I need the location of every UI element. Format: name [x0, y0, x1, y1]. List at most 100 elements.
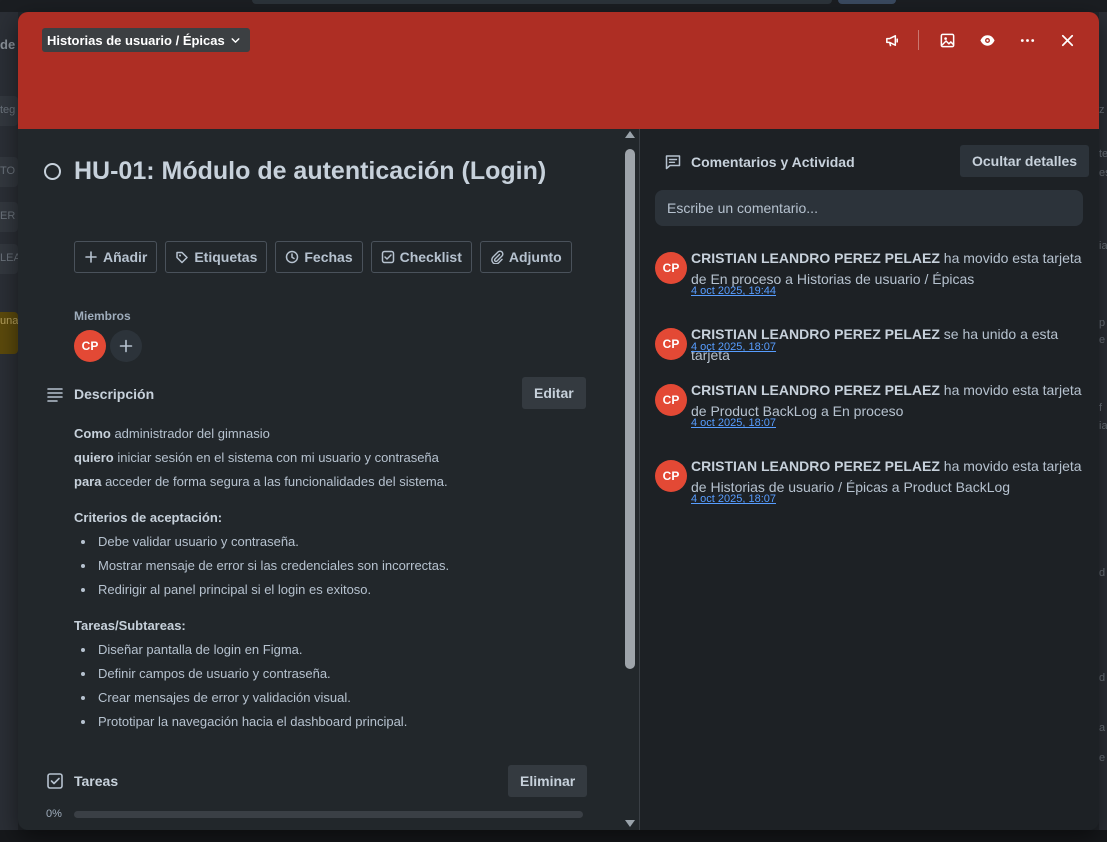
tag-icon	[176, 251, 189, 264]
activity-timestamp[interactable]: 4 oct 2025, 19:44	[691, 285, 776, 297]
delete-checklist-button[interactable]: Eliminar	[508, 765, 588, 797]
tasks-list: Diseñar pantalla de login en Figma. Defi…	[74, 638, 594, 734]
board-fragment: p	[1099, 317, 1106, 329]
comment-icon	[665, 155, 681, 170]
keyword-quiero: quiero	[74, 450, 114, 465]
activity-text: CRISTIAN LEANDRO PEREZ PELAEZ ha movido …	[691, 456, 1091, 498]
description-content[interactable]: Como administrador del gimnasio quiero i…	[74, 422, 594, 734]
activity-title: Comentarios y Actividad	[691, 154, 855, 170]
description-icon	[47, 388, 63, 402]
board-fragment: ER	[0, 210, 16, 222]
criteria-title-text: Criterios de aceptación:	[74, 510, 223, 525]
board-fragment: z	[1099, 104, 1105, 116]
description-line: quiero iniciar sesión en el sistema con …	[74, 446, 594, 470]
scroll-up-arrow[interactable]	[625, 131, 635, 138]
card-title[interactable]: HU-01: Módulo de autenticación (Login)	[74, 155, 574, 187]
paperclip-icon	[490, 250, 504, 264]
edit-description-button[interactable]: Editar	[522, 377, 586, 409]
board-top-bar	[0, 0, 1107, 12]
board-fragment: te	[1099, 148, 1107, 160]
cover-image-button[interactable]	[935, 28, 959, 52]
checklist-percent: 0%	[46, 808, 62, 820]
activity-text: CRISTIAN LEANDRO PEREZ PELAEZ ha movido …	[691, 380, 1091, 422]
comment-input[interactable]: Escribe un comentario...	[655, 190, 1083, 226]
list-selector-button[interactable]: Historias de usuario / Épicas	[42, 28, 250, 52]
hide-details-button[interactable]: Ocultar detalles	[960, 145, 1090, 177]
avatar[interactable]: CP	[655, 460, 687, 492]
board-fragment: de	[0, 37, 16, 52]
attachment-button[interactable]: Adjunto	[479, 241, 572, 273]
keyword-como: Como	[74, 426, 111, 441]
criteria-list: Debe validar usuario y contraseña. Mostr…	[74, 530, 594, 602]
checklist-icon	[47, 773, 63, 789]
checklist-title: Tareas	[74, 773, 119, 789]
description-title: Descripción	[74, 386, 155, 402]
card-detail-modal: Historias de usuario / Épicas HU-01: Mód…	[18, 12, 1099, 830]
card-cover: Historias de usuario / Épicas	[18, 12, 1099, 129]
activity-user[interactable]: CRISTIAN LEANDRO PEREZ PELAEZ	[691, 382, 940, 398]
member-avatar[interactable]: CP	[74, 330, 106, 362]
dates-button-label: Fechas	[304, 249, 353, 265]
board-search-bar	[252, 0, 832, 4]
activity-user[interactable]: CRISTIAN LEANDRO PEREZ PELAEZ	[691, 458, 940, 474]
watch-button[interactable]	[975, 28, 999, 52]
list-item: Crear mensajes de error y validación vis…	[74, 686, 594, 710]
checkbox-icon	[381, 250, 394, 264]
card-title-row: HU-01: Módulo de autenticación (Login)	[44, 155, 574, 187]
activity-timestamp[interactable]: 4 oct 2025, 18:07	[691, 417, 776, 429]
board-top-button	[838, 0, 896, 4]
plus-icon	[85, 251, 97, 263]
board-fragment: ia	[1099, 240, 1107, 252]
board-bottom-bar	[0, 830, 1107, 842]
activity-text: CRISTIAN LEANDRO PEREZ PELAEZ ha movido …	[691, 248, 1091, 290]
announce-button[interactable]	[880, 28, 904, 52]
scroll-down-arrow[interactable]	[625, 820, 635, 827]
activity-pane: Comentarios y Actividad Ocultar detalles…	[640, 129, 1099, 830]
dates-button[interactable]: Fechas	[275, 241, 363, 273]
clock-icon	[286, 250, 299, 264]
header-divider	[918, 30, 919, 50]
tasks-title-text: Tareas/Subtareas:	[74, 618, 186, 633]
activity-user[interactable]: CRISTIAN LEANDRO PEREZ PELAEZ	[691, 250, 940, 266]
activity-user[interactable]: CRISTIAN LEANDRO PEREZ PELAEZ	[691, 326, 940, 342]
list-item: Diseñar pantalla de login en Figma.	[74, 638, 594, 662]
criteria-title: Criterios de aceptación:	[74, 506, 594, 530]
board-right-list: z te es ia p e f ia d d a e	[1099, 12, 1107, 842]
board-fragment: f	[1099, 402, 1103, 414]
attachment-button-label: Adjunto	[508, 249, 562, 265]
add-button[interactable]: Añadir	[74, 241, 158, 273]
avatar[interactable]: CP	[655, 384, 687, 416]
complete-checkbox[interactable]	[44, 163, 61, 180]
list-item: Redirigir al panel principal si el login…	[74, 578, 594, 602]
close-button[interactable]	[1055, 28, 1079, 52]
board-fragment: ia	[1099, 420, 1107, 432]
eye-icon	[979, 34, 995, 46]
members-label: Miembros	[74, 309, 131, 323]
board-fragment: d	[1099, 567, 1106, 579]
card-action-buttons: Añadir Etiquetas Fechas Checklist Adjunt…	[74, 241, 572, 273]
board-fragment: TO	[0, 165, 16, 177]
board-fragment: una	[0, 315, 19, 327]
avatar[interactable]: CP	[655, 252, 687, 284]
board-fragment: d	[1099, 672, 1106, 684]
card-main-pane: HU-01: Módulo de autenticación (Login) A…	[18, 129, 640, 830]
checklist-button-label: Checklist	[399, 249, 462, 265]
activity-timestamp[interactable]: 4 oct 2025, 18:07	[691, 341, 776, 353]
tasks-title: Tareas/Subtareas:	[74, 614, 594, 638]
labels-button-label: Etiquetas	[194, 249, 258, 265]
more-actions-button[interactable]	[1015, 28, 1039, 52]
board-fragment: a	[1099, 722, 1106, 734]
more-icon	[1020, 38, 1034, 42]
labels-button[interactable]: Etiquetas	[165, 241, 268, 273]
checklist-button[interactable]: Checklist	[370, 241, 472, 273]
description-text: administrador del gimnasio	[110, 426, 270, 441]
avatar[interactable]: CP	[655, 328, 687, 360]
activity-timestamp[interactable]: 4 oct 2025, 18:07	[691, 493, 776, 505]
add-member-button[interactable]	[110, 330, 142, 362]
scroll-thumb[interactable]	[625, 149, 635, 669]
left-scrollbar[interactable]	[622, 129, 638, 830]
board-left-list: de teg TO ER LEA una	[0, 12, 21, 842]
close-icon	[1061, 34, 1073, 46]
list-name: Historias de usuario / Épicas	[47, 32, 225, 48]
description-line: Como administrador del gimnasio	[74, 422, 594, 446]
